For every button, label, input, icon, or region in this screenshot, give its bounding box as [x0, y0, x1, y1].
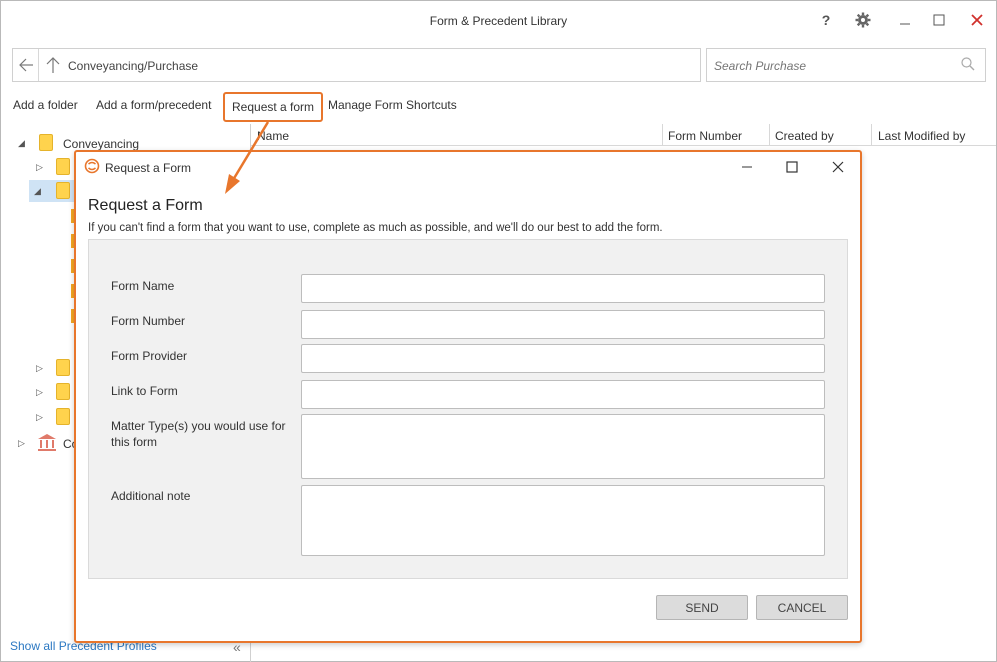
back-arrow-icon[interactable] — [13, 49, 39, 81]
help-icon[interactable]: ? — [815, 9, 837, 31]
collapsed-triangle-icon[interactable]: ▷ — [18, 438, 28, 448]
form-number-label: Form Number — [111, 314, 186, 328]
collapsed-triangle-icon[interactable]: ▷ — [36, 363, 46, 373]
library-icon — [38, 434, 56, 454]
maximize-icon[interactable] — [928, 9, 950, 31]
request-form-dialog: Request a Form Request a Form If you can… — [74, 150, 862, 643]
dialog-minimize-icon[interactable] — [738, 158, 756, 176]
request-form-button[interactable]: Request a form — [223, 92, 324, 122]
minimize-icon[interactable] — [894, 9, 916, 31]
form-provider-field[interactable] — [301, 344, 825, 373]
form-name-field[interactable] — [301, 274, 825, 303]
folder-icon — [56, 408, 70, 425]
column-divider[interactable] — [871, 124, 872, 146]
column-header-last-modified-by[interactable]: Last Modified by — [878, 129, 965, 143]
search-icon[interactable] — [961, 57, 975, 74]
form-number-field[interactable] — [301, 310, 825, 339]
column-divider[interactable] — [662, 124, 663, 146]
additional-note-field[interactable] — [301, 485, 825, 556]
collapsed-triangle-icon[interactable]: ▷ — [36, 162, 46, 172]
column-header-form-number[interactable]: Form Number — [668, 129, 742, 143]
send-button[interactable]: SEND — [656, 595, 748, 620]
expanded-triangle-icon[interactable]: ◢ — [18, 138, 28, 148]
add-folder-button[interactable]: Add a folder — [13, 98, 78, 112]
link-to-form-label: Link to Form — [111, 384, 178, 398]
column-header-created-by[interactable]: Created by — [775, 129, 834, 143]
matter-types-field[interactable] — [301, 414, 825, 479]
folder-icon — [56, 383, 70, 400]
window-titlebar: Form & Precedent Library ? — [1, 1, 996, 37]
manage-shortcuts-button[interactable]: Manage Form Shortcuts — [328, 98, 457, 112]
link-to-form-field[interactable] — [301, 380, 825, 409]
path-bar: Conveyancing/Purchase — [12, 48, 701, 82]
add-form-button[interactable]: Add a form/precedent — [96, 98, 211, 112]
window-title: Form & Precedent Library — [429, 14, 568, 28]
up-arrow-icon[interactable] — [45, 56, 61, 74]
current-path[interactable]: Conveyancing/Purchase — [68, 59, 198, 73]
matter-types-label: Matter Type(s) you would use for this fo… — [111, 419, 286, 449]
dialog-maximize-icon[interactable] — [783, 158, 801, 176]
dialog-heading: Request a Form — [88, 197, 203, 214]
folder-icon — [56, 158, 70, 175]
dialog-titlebar: Request a Form — [76, 152, 860, 182]
app-logo-icon — [84, 158, 100, 177]
cancel-button[interactable]: CANCEL — [756, 595, 848, 620]
search-box — [706, 48, 986, 82]
folder-icon — [56, 182, 70, 199]
dialog-close-icon[interactable] — [829, 158, 847, 176]
form-provider-label: Form Provider — [111, 349, 188, 363]
folder-icon — [56, 359, 70, 376]
collapsed-triangle-icon[interactable]: ▷ — [36, 412, 46, 422]
column-divider[interactable] — [769, 124, 770, 146]
settings-icon[interactable] — [852, 9, 874, 31]
folder-icon — [39, 134, 53, 151]
tree-item-label: Conveyancing — [63, 137, 140, 151]
grid-header: Name Form Number Created by Last Modifie… — [251, 124, 996, 146]
close-icon[interactable] — [966, 9, 988, 31]
dialog-title: Request a Form — [105, 161, 192, 175]
additional-note-label: Additional note — [111, 489, 191, 503]
search-input[interactable] — [714, 57, 944, 75]
form-name-label: Form Name — [111, 279, 175, 293]
collapsed-triangle-icon[interactable]: ▷ — [36, 387, 46, 397]
column-header-name[interactable]: Name — [257, 129, 289, 143]
request-form-panel: Form Name Form Number Form Provider Link… — [88, 239, 848, 579]
expanded-triangle-icon[interactable]: ◢ — [34, 186, 44, 196]
dialog-subtitle: If you can't find a form that you want t… — [88, 222, 663, 234]
